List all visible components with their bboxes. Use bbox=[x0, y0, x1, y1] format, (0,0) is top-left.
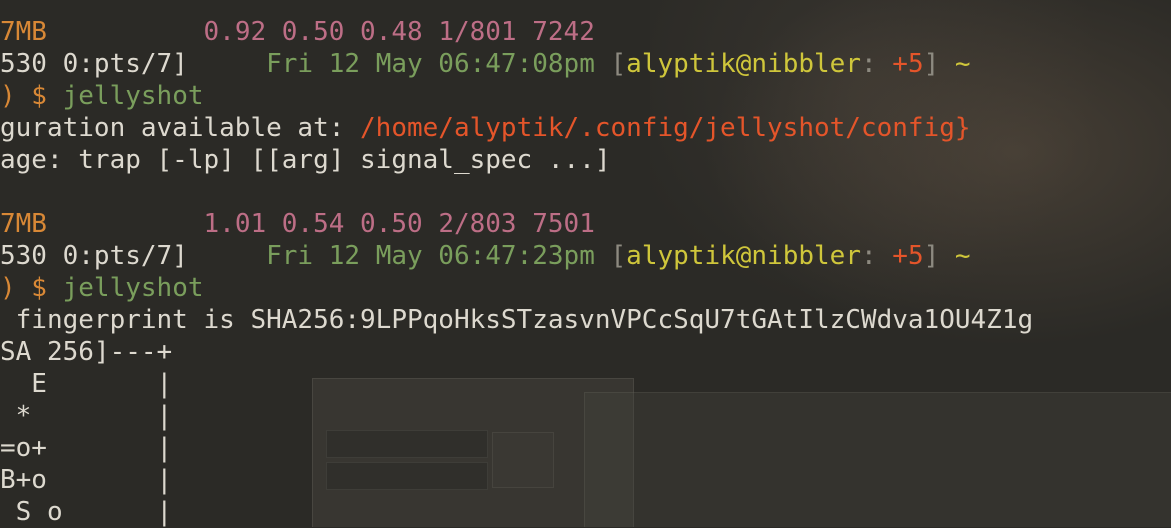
randomart-line: E | bbox=[0, 369, 173, 399]
output-trap-usage: age: trap [-lp] [[arg] signal_spec ...] bbox=[0, 145, 611, 175]
prompt-user-host: alyptik@nibbler bbox=[626, 241, 861, 271]
session-info: 530 0:pts/7] bbox=[0, 49, 188, 79]
memory-usage: 7MB bbox=[0, 209, 47, 239]
output-config-prefix: guration available at: bbox=[0, 113, 345, 143]
randomart-line: B+o | bbox=[0, 465, 173, 495]
prompt-datetime: Fri 12 May 06:47:23pm bbox=[266, 241, 595, 271]
prompt-cwd: ~ bbox=[954, 49, 971, 79]
randomart-line: SA 256]---+ bbox=[0, 337, 173, 367]
prompt-datetime: Fri 12 May 06:47:08pm bbox=[266, 49, 595, 79]
terminal-window[interactable]: 7MB 0.92 0.50 0.48 1/801 7242 530 0:pts/… bbox=[0, 0, 1171, 527]
command-line: ) $ jellyshot bbox=[0, 80, 1171, 112]
prompt-jobs-count: +5 bbox=[892, 241, 924, 271]
output-trap-line: age: trap [-lp] [[arg] signal_spec ...] bbox=[0, 144, 1171, 176]
memory-usage: 7MB bbox=[0, 17, 47, 47]
session-info: 530 0:pts/7] bbox=[0, 241, 188, 271]
randomart-line: * | bbox=[0, 401, 173, 431]
output-config-line: guration available at: /home/alyptik/.co… bbox=[0, 112, 1171, 144]
command-text: jellyshot bbox=[62, 81, 204, 111]
output-fingerprint-line: fingerprint is SHA256:9LPPqoHksSTzasvnVP… bbox=[0, 304, 1171, 336]
output-config-path: /home/alyptik/.config/jellyshot/config} bbox=[360, 113, 971, 143]
command-line: ) $ jellyshot bbox=[0, 272, 1171, 304]
prompt-jobs-count: +5 bbox=[892, 49, 924, 79]
status-line: 7MB 1.01 0.54 0.50 2/803 7501 bbox=[0, 208, 1171, 240]
load-average: 0.92 0.50 0.48 1/801 7242 bbox=[203, 17, 595, 47]
prompt-symbol: ) $ bbox=[0, 273, 47, 303]
load-average: 1.01 0.54 0.50 2/803 7501 bbox=[203, 209, 595, 239]
prompt-line: 530 0:pts/7] Fri 12 May 06:47:08pm [alyp… bbox=[0, 49, 971, 79]
command-text: jellyshot bbox=[62, 273, 204, 303]
key-fingerprint: fingerprint is SHA256:9LPPqoHksSTzasvnVP… bbox=[0, 305, 1034, 335]
prompt-user-host: alyptik@nibbler bbox=[626, 49, 861, 79]
randomart-line: S o | bbox=[0, 497, 173, 527]
prompt-cwd: ~ bbox=[954, 241, 971, 271]
prompt-line: 530 0:pts/7] Fri 12 May 06:47:23pm [alyp… bbox=[0, 241, 971, 271]
prompt-symbol: ) $ bbox=[0, 81, 47, 111]
randomart-line: =o+ | bbox=[0, 433, 173, 463]
status-line: 7MB 0.92 0.50 0.48 1/801 7242 bbox=[0, 16, 1171, 48]
